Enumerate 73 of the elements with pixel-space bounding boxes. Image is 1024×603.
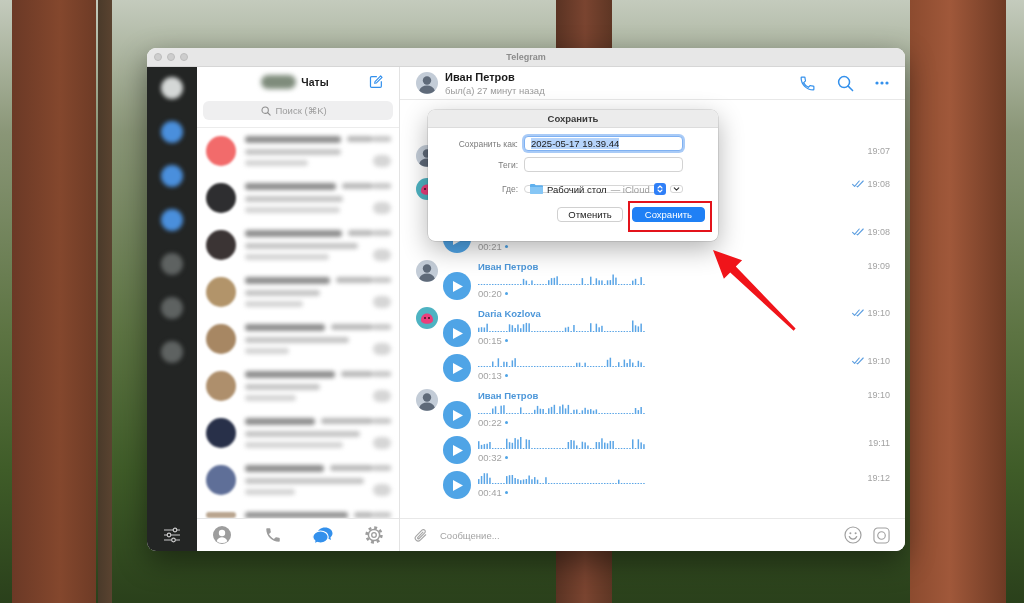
play-button[interactable] — [443, 354, 471, 382]
play-button[interactable] — [443, 272, 471, 300]
contact-name: Иван Петров — [445, 70, 516, 83]
blurred-folder-icon[interactable] — [161, 209, 183, 231]
sender-name[interactable]: Daria Kozlova — [478, 307, 541, 319]
phone-icon — [263, 526, 282, 544]
smiley-icon[interactable] — [844, 526, 862, 544]
play-icon — [453, 444, 463, 456]
chats-title: Чаты — [301, 76, 329, 88]
gear-icon — [364, 526, 383, 544]
play-button[interactable] — [443, 319, 471, 347]
zoom-button[interactable] — [180, 53, 188, 61]
field-label: Сохранить как: — [457, 138, 518, 149]
sender-name[interactable]: Иван Петров — [478, 389, 539, 401]
field-label: Где: — [500, 184, 518, 194]
person-icon — [213, 526, 232, 544]
message-time: 19:08 — [867, 179, 890, 189]
blurred-folder-icon[interactable] — [161, 165, 183, 187]
voice-duration: 00:13 — [478, 370, 502, 381]
play-icon — [453, 327, 463, 339]
search-icon — [260, 105, 271, 116]
dialog-title: Сохранить — [547, 113, 599, 124]
save-button[interactable]: Сохранить — [631, 207, 705, 222]
message-time: 19:10 — [867, 308, 890, 318]
last-seen-status: был(а) 27 минут назад — [445, 84, 545, 96]
phone-icon[interactable] — [799, 74, 816, 92]
cancel-button[interactable]: Отменить — [557, 207, 623, 222]
message-input[interactable]: Сообщение... — [440, 527, 832, 543]
location-popup[interactable]: Рабочий стол — iCloud — [524, 185, 666, 193]
play-button[interactable] — [443, 471, 471, 499]
play-button[interactable] — [443, 401, 471, 429]
message-time: 19:08 — [867, 227, 890, 237]
message-time: 19:12 — [867, 473, 890, 483]
minimize-button[interactable] — [167, 53, 175, 61]
folder-icon — [530, 184, 543, 194]
message-time: 19:11 — [868, 438, 890, 448]
message-time: 19:09 — [867, 261, 890, 271]
paperclip-icon[interactable] — [413, 527, 428, 543]
blurred-avatar-icon — [261, 75, 297, 89]
play-icon — [453, 479, 463, 491]
field-label: Теги: — [497, 159, 518, 170]
chat-bubbles-icon — [312, 525, 335, 545]
search-input[interactable]: Поиск (⌘K) — [275, 104, 336, 117]
search-icon[interactable] — [837, 74, 854, 92]
message-time: 19:10 — [867, 356, 890, 366]
message-time: 19:07 — [867, 146, 890, 156]
play-icon — [453, 280, 463, 292]
close-button[interactable] — [154, 53, 162, 61]
blob-avatar-icon — [416, 307, 438, 329]
message-time: 19:10 — [867, 390, 890, 400]
text-field[interactable] — [524, 157, 683, 172]
voice-duration: 00:15 — [478, 335, 502, 346]
voice-duration: 00:41 — [478, 487, 502, 498]
blurred-folder-icon[interactable] — [161, 121, 183, 143]
text-field[interactable]: 2025-05-17 19.39.44 — [524, 136, 683, 151]
person-avatar-icon — [416, 72, 438, 94]
blurred-folder-icon[interactable] — [161, 77, 183, 99]
voice-duration: 00:22 — [478, 417, 502, 428]
more-icon[interactable] — [875, 81, 889, 85]
play-button[interactable] — [443, 436, 471, 464]
window-title: Telegram — [506, 52, 546, 62]
compose-icon[interactable] — [369, 75, 383, 89]
sliders-icon[interactable] — [163, 526, 181, 543]
voice-duration: 00:21 — [478, 241, 502, 252]
stepper-icon — [653, 183, 666, 195]
voice-duration: 00:20 — [478, 288, 502, 299]
camera-icon[interactable] — [873, 526, 890, 544]
sender-name[interactable]: Иван Петров — [478, 260, 539, 272]
person-avatar-icon — [416, 389, 438, 411]
play-icon — [453, 362, 463, 374]
play-icon — [453, 409, 463, 421]
person-avatar-icon — [416, 260, 438, 282]
voice-duration: 00:32 — [478, 452, 502, 463]
